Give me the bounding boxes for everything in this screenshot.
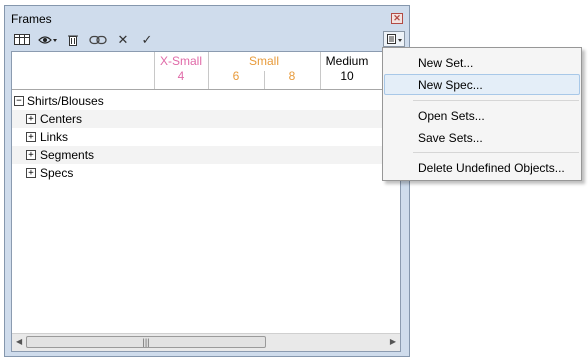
menu-item-save-sets[interactable]: Save Sets... (384, 127, 580, 148)
menu-item-new-spec[interactable]: New Spec... (384, 74, 580, 95)
menu-item-label: Delete Undefined Objects... (418, 161, 565, 175)
menu-item-label: New Set... (418, 56, 474, 70)
menu-item-label: New Spec... (418, 78, 483, 92)
frames-panel: Frames ✕ ✕ ✓ X-Small 4 Small 6 8 Medium … (4, 5, 410, 357)
column-size-4: 4 (177, 69, 185, 83)
tree-item-label: Specs (40, 166, 74, 180)
tree-item-centers[interactable]: + Centers (12, 110, 400, 128)
check-icon[interactable]: ✓ (140, 32, 154, 47)
expand-icon[interactable]: + (26, 150, 36, 160)
tree-item-label: Segments (40, 148, 95, 162)
menu-item-open-sets[interactable]: Open Sets... (384, 105, 580, 126)
tree-item-segments[interactable]: + Segments (12, 146, 400, 164)
panel-menu-button[interactable] (383, 31, 405, 47)
scroll-left-icon[interactable]: ◀ (16, 337, 22, 346)
expand-icon[interactable]: + (26, 114, 36, 124)
columns-icon[interactable] (13, 32, 31, 47)
scroll-thumb[interactable]: ||| (26, 336, 266, 348)
tree-item-specs[interactable]: + Specs (12, 164, 400, 182)
context-menu: New Set... New Spec... Open Sets... Save… (382, 47, 582, 181)
frames-content: X-Small 4 Small 6 8 Medium 10 − Shirts/B… (11, 51, 401, 352)
column-group-small: Small (248, 54, 279, 68)
eye-icon[interactable] (37, 32, 59, 47)
tree-item-label: Links (40, 130, 69, 144)
menu-item-delete-undefined[interactable]: Delete Undefined Objects... (384, 157, 580, 178)
menu-item-new-set[interactable]: New Set... (384, 52, 580, 73)
column-group-xsmall: X-Small (159, 54, 202, 68)
tree-root-label: Shirts/Blouses (27, 94, 104, 108)
window-title: Frames (11, 12, 52, 26)
link-icon[interactable] (88, 32, 108, 47)
expand-icon[interactable]: + (26, 168, 36, 178)
horizontal-scrollbar[interactable]: ◀ ||| ▶ (12, 333, 400, 351)
menu-separator (413, 152, 579, 153)
collapse-icon[interactable]: − (14, 96, 24, 106)
column-group-medium: Medium (325, 54, 369, 68)
menu-item-label: Open Sets... (418, 109, 485, 123)
tree-root-row[interactable]: − Shirts/Blouses (12, 92, 400, 110)
title-bar: Frames ✕ (5, 6, 409, 28)
close-button[interactable]: ✕ (391, 13, 403, 24)
scroll-right-icon[interactable]: ▶ (390, 337, 396, 346)
expand-icon[interactable]: + (26, 132, 36, 142)
column-size-8: 8 (288, 69, 296, 83)
menu-separator (413, 100, 579, 101)
menu-item-label: Save Sets... (418, 131, 483, 145)
trash-icon[interactable] (66, 32, 80, 47)
delete-x-icon[interactable]: ✕ (116, 32, 130, 47)
tree-item-links[interactable]: + Links (12, 128, 400, 146)
toolbar: ✕ ✓ (5, 30, 409, 50)
scroll-grip-icon: ||| (142, 337, 150, 347)
tree-item-label: Centers (40, 112, 83, 126)
column-size-6: 6 (232, 69, 240, 83)
column-header: X-Small 4 Small 6 8 Medium 10 (12, 52, 400, 90)
column-size-10: 10 (340, 69, 354, 83)
